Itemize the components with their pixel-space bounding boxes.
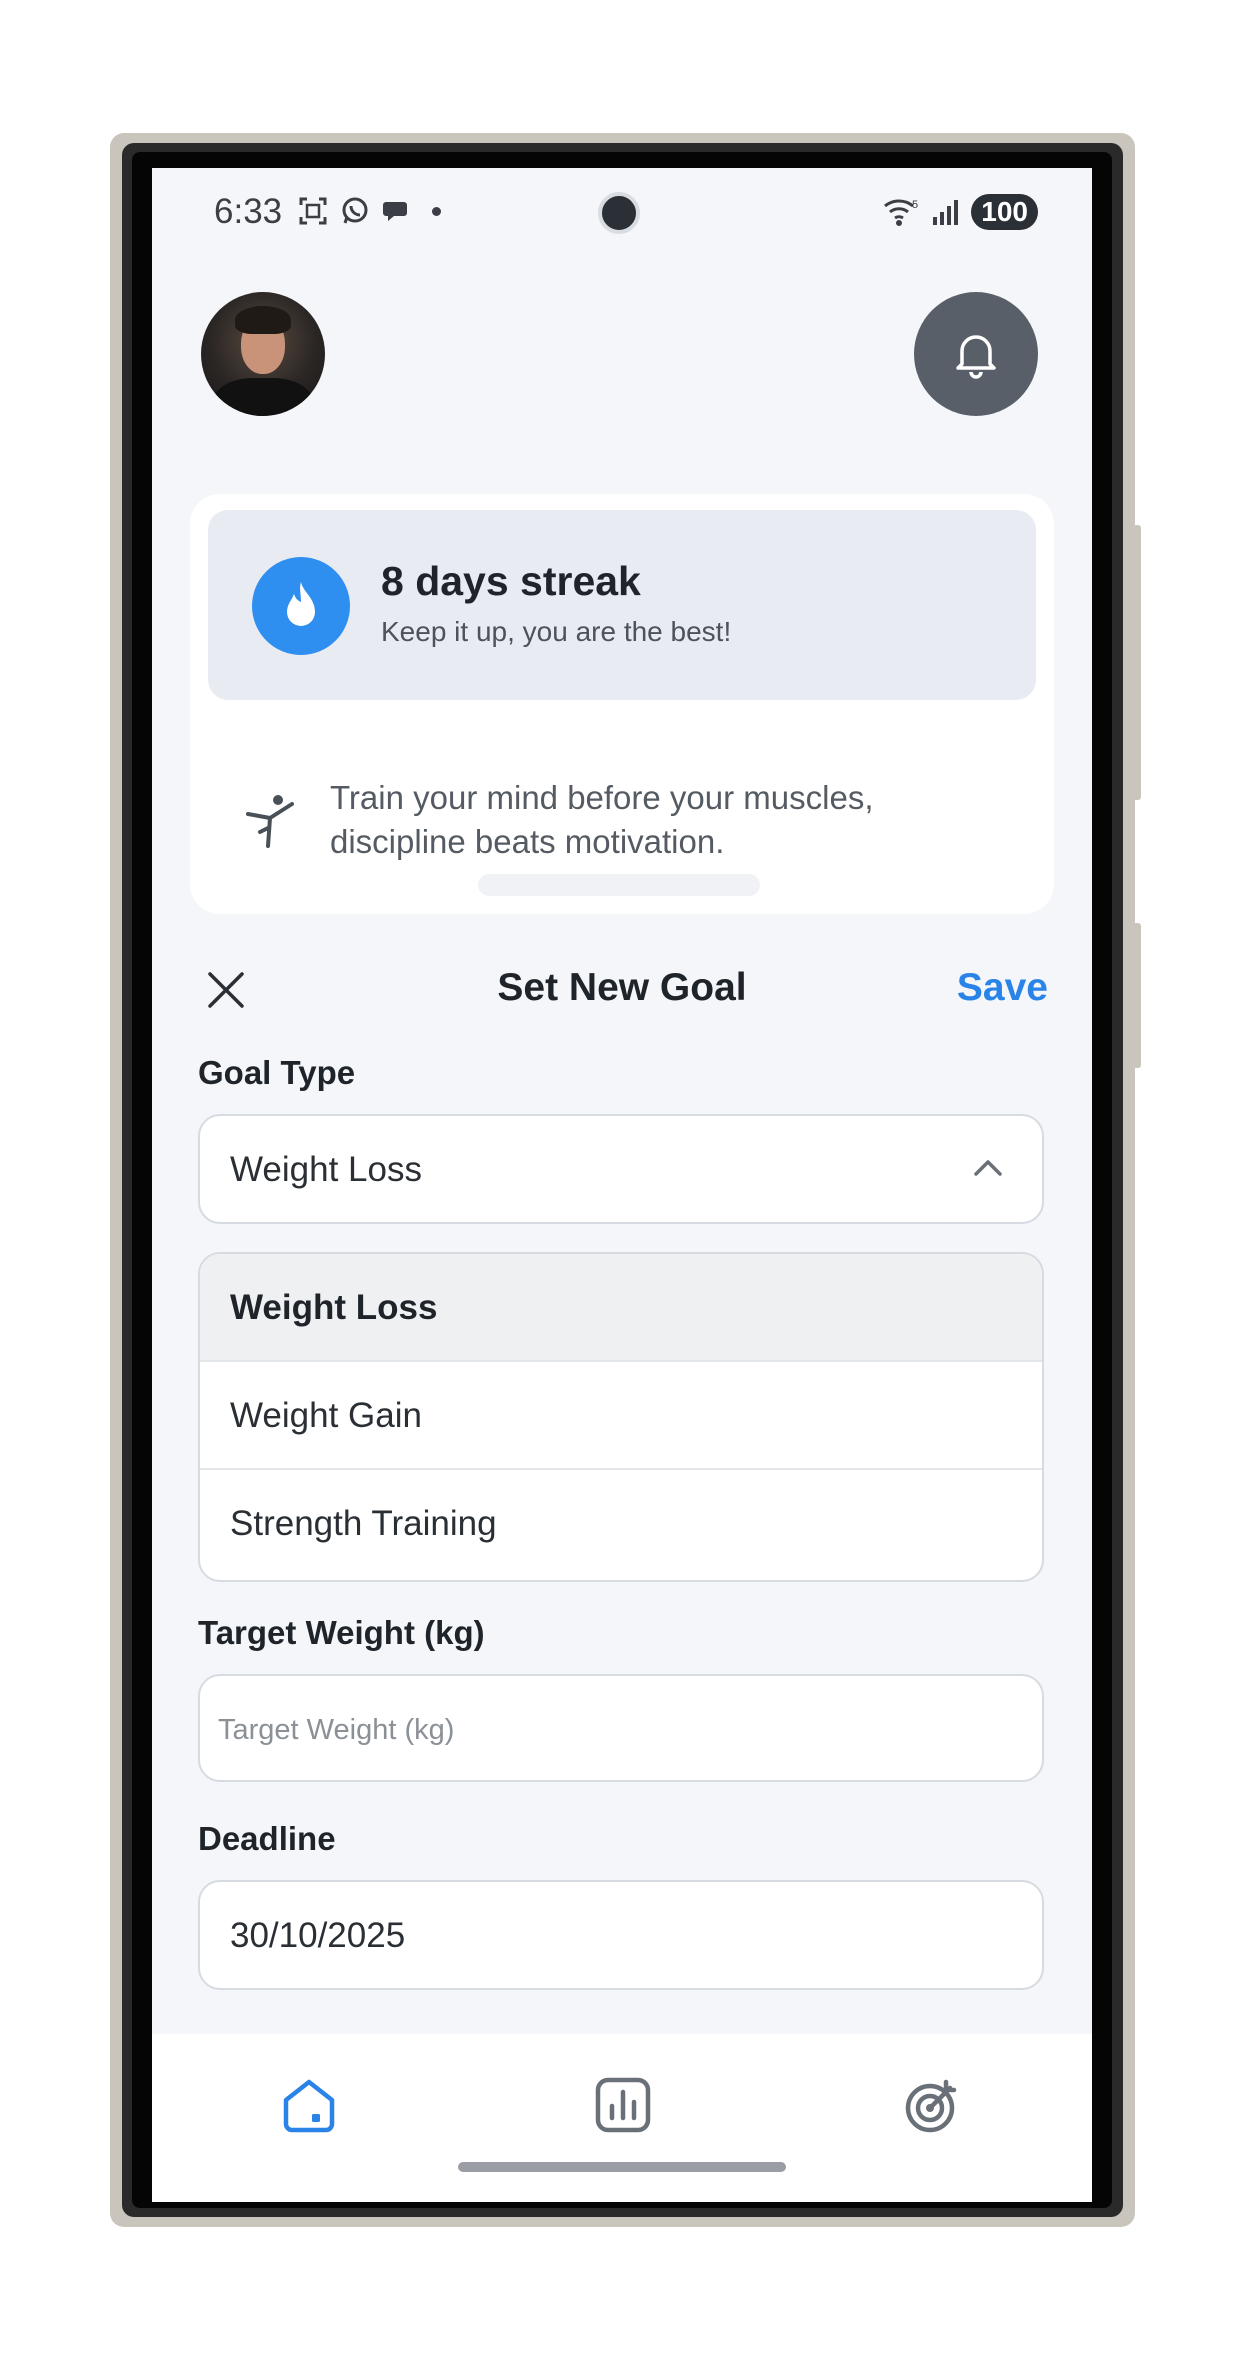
- chevron-up-icon: [974, 1160, 1002, 1176]
- phone-screen: 6:33 5 100 8 days streak Keep it up, you…: [152, 168, 1092, 2202]
- goal-type-options: Weight Loss Weight Gain Strength Trainin…: [198, 1252, 1044, 1582]
- bell-icon: [956, 335, 996, 379]
- chart-icon[interactable]: [592, 2074, 654, 2136]
- avatar-hair: [235, 306, 291, 334]
- screenshot-icon: [299, 197, 327, 225]
- deadline-label: Deadline: [198, 1820, 336, 1857]
- goal-icon[interactable]: [902, 2074, 964, 2136]
- battery-indicator: 100: [971, 194, 1038, 230]
- option-label: Weight Gain: [230, 1396, 422, 1435]
- goal-type-select[interactable]: Weight Loss: [198, 1114, 1044, 1224]
- streak-banner: 8 days streak Keep it up, you are the be…: [208, 510, 1036, 700]
- avatar[interactable]: [201, 292, 325, 416]
- front-camera: [598, 192, 640, 234]
- avatar-body: [213, 378, 313, 416]
- whatsapp-icon: [342, 197, 368, 224]
- target-weight-placeholder: Target Weight (kg): [218, 1714, 455, 1746]
- sheet-title: Set New Goal: [497, 966, 747, 1009]
- signal-icon: [933, 200, 959, 225]
- svg-text:5: 5: [912, 199, 918, 211]
- wifi-icon: 5: [884, 199, 918, 226]
- motivation-quote: Train your mind before your muscles, dis…: [330, 779, 874, 860]
- option-label: Strength Training: [230, 1504, 497, 1543]
- goal-type-value: Weight Loss: [230, 1150, 422, 1189]
- home-indicator[interactable]: [458, 2162, 786, 2172]
- side-button: [1133, 923, 1141, 1068]
- streak-subtitle: Keep it up, you are the best!: [381, 616, 732, 647]
- streak-title: 8 days streak: [381, 558, 641, 604]
- side-button: [1133, 525, 1141, 800]
- status-system-icons: 5 100: [883, 194, 1038, 230]
- save-button[interactable]: Save: [957, 966, 1048, 1010]
- target-weight-input[interactable]: Target Weight (kg): [198, 1674, 1044, 1782]
- deadline-value: 30/10/2025: [230, 1916, 406, 1955]
- status-time: 6:33: [214, 192, 283, 231]
- option-label: Weight Loss: [230, 1288, 438, 1327]
- target-weight-label: Target Weight (kg): [198, 1614, 485, 1651]
- status-notification-icons: [298, 196, 441, 226]
- option-strength-training[interactable]: Strength Training: [200, 1470, 1042, 1578]
- streak-card: 8 days streak Keep it up, you are the be…: [190, 494, 1054, 914]
- notifications-button[interactable]: [914, 292, 1038, 416]
- home-icon[interactable]: [278, 2074, 340, 2136]
- goal-type-label: Goal Type: [198, 1054, 356, 1091]
- bottom-navigation: [152, 2034, 1092, 2202]
- kick-figure-icon: [246, 795, 294, 848]
- chat-icon: [383, 202, 407, 221]
- streak-badge: [252, 557, 350, 655]
- option-weight-loss[interactable]: Weight Loss: [200, 1254, 1042, 1362]
- deadline-input[interactable]: 30/10/2025: [198, 1880, 1044, 1990]
- more-notifications-dot: [432, 206, 441, 216]
- option-weight-gain[interactable]: Weight Gain: [200, 1362, 1042, 1470]
- sheet-handle[interactable]: [478, 874, 760, 896]
- flame-icon: [287, 582, 315, 626]
